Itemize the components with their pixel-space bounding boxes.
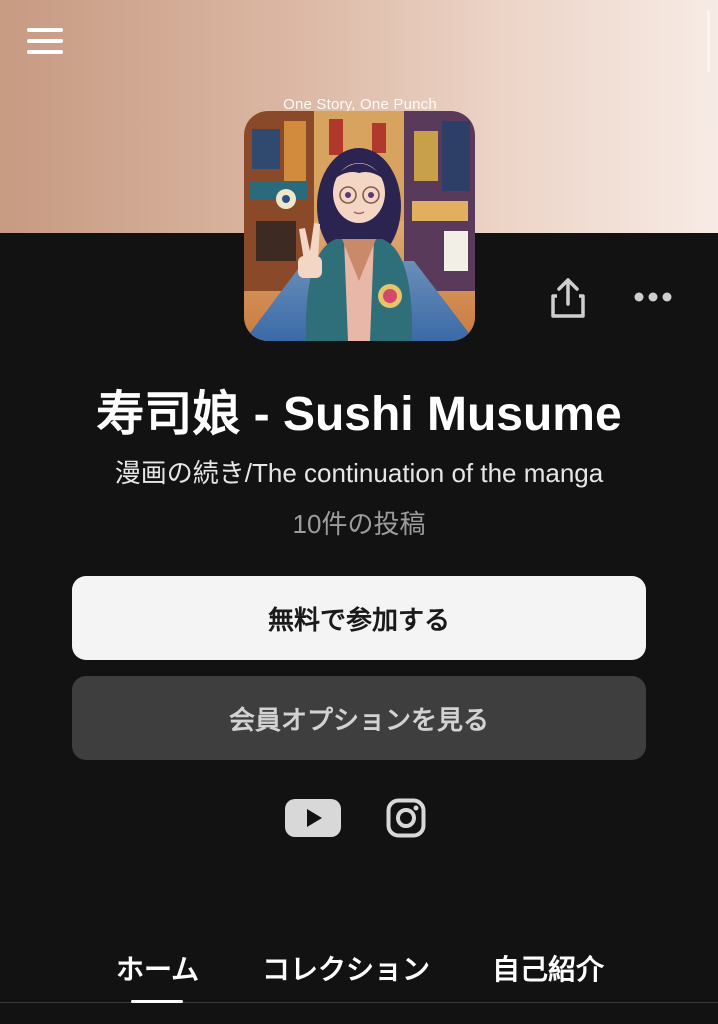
page-subtitle: 漫画の続き/The continuation of the manga bbox=[114, 458, 604, 488]
creator-avatar bbox=[244, 111, 475, 341]
share-icon[interactable] bbox=[549, 276, 587, 320]
youtube-icon[interactable] bbox=[285, 799, 341, 837]
scroll-indicator bbox=[707, 10, 710, 72]
tab-bar: ホーム コレクション 自己紹介 bbox=[0, 940, 718, 1024]
tab-about[interactable]: 自己紹介 bbox=[492, 948, 604, 988]
more-horizontal-icon[interactable] bbox=[633, 286, 673, 308]
instagram-icon[interactable] bbox=[386, 798, 426, 838]
tab-divider bbox=[0, 1002, 718, 1003]
membership-options-button[interactable]: 会員オプションを見る bbox=[72, 676, 646, 760]
hamburger-menu-icon[interactable] bbox=[26, 26, 64, 56]
post-count: 10件の投稿 bbox=[292, 509, 426, 539]
page-title: 寿司娘 - Sushi Musume bbox=[96, 388, 622, 441]
tab-home[interactable]: ホーム bbox=[116, 948, 199, 988]
join-free-button[interactable]: 無料で参加する bbox=[72, 576, 646, 660]
creator-page: One Story, One Punch 寿司娘 - Sushi Musume … bbox=[0, 0, 718, 1024]
tab-collection[interactable]: コレクション bbox=[262, 948, 430, 988]
active-tab-indicator bbox=[131, 1000, 183, 1003]
